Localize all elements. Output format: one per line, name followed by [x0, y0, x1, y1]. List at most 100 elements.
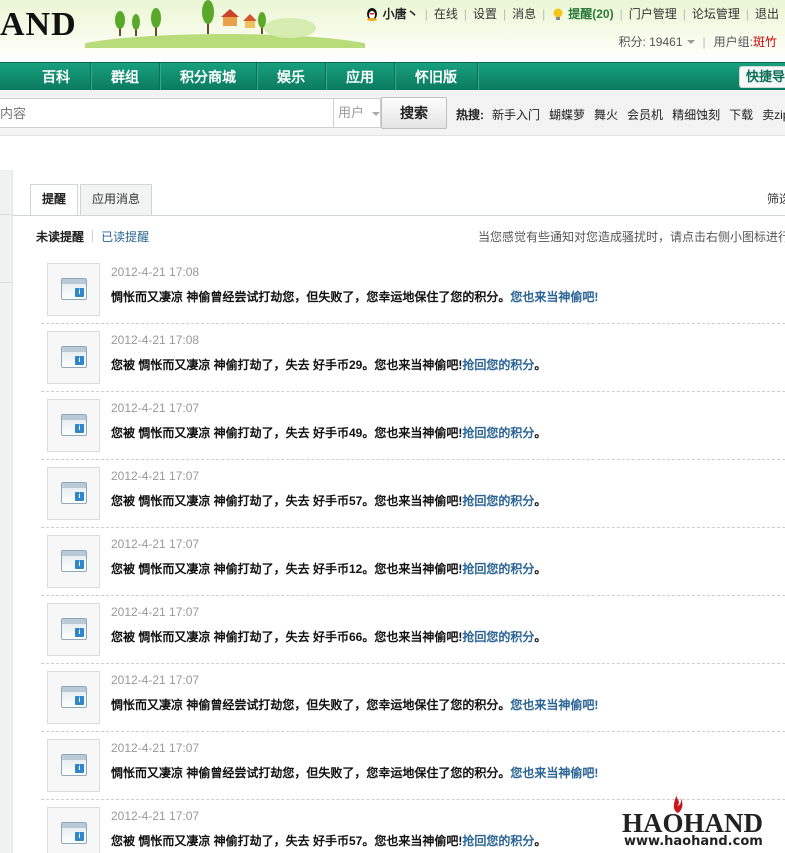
hot-searches: 热搜: 新手入门 蝴蝶萝 舞火 会员机 精细蚀刻 下载 卖zip [456, 106, 785, 123]
notice-action-link[interactable]: 抢回您的积分 [462, 494, 534, 508]
site-logo[interactable]: AND [0, 6, 77, 44]
divider: | [682, 6, 686, 21]
notice-text: 您被 惆怅而又凄凉 神偷打劫了，失去 好手币29。您也来当神偷吧!抢回您的积分。 [111, 356, 546, 373]
notice-message: 惆怅而又凄凉 神偷曾经尝试打劫您，但失败了，您幸运地保住了您的积分。 [111, 766, 511, 780]
list-item: i 2012-4-21 17:07 您被 惆怅而又凄凉 神偷打劫了，失去 好手币… [41, 596, 785, 664]
subtab-unread[interactable]: 未读提醒 [36, 228, 84, 245]
notice-suffix: 。 [534, 426, 547, 440]
notice-time: 2012-4-21 17:07 [111, 673, 200, 687]
notice-time: 2012-4-21 17:07 [111, 537, 200, 551]
tab-reminders[interactable]: 提醒 [30, 184, 79, 216]
logout-link[interactable]: 退出 [755, 5, 779, 22]
notice-time: 2012-4-21 17:07 [111, 605, 200, 619]
tab-app-messages[interactable]: 应用消息 [80, 184, 153, 215]
hot-link[interactable]: 会员机 [627, 106, 663, 123]
notice-time: 2012-4-21 17:07 [111, 741, 200, 755]
notification-window-icon: i [47, 535, 100, 588]
search-type-select[interactable]: 用户 [333, 98, 381, 128]
hot-link[interactable]: 卖zip [762, 106, 785, 123]
notification-window-icon: i [47, 807, 100, 853]
forum-admin-link[interactable]: 论坛管理 [692, 5, 740, 22]
notice-tip: 当您感觉有些通知对您造成骚扰时，请点击右侧小图标进行 [478, 230, 785, 244]
notice-suffix: 。 [534, 562, 547, 576]
site-header: AND 小唐丶 | 在线 | 设置 | 消息 | 提醒(20) | 门户管理 |… [0, 0, 785, 62]
hot-link[interactable]: 新手入门 [492, 106, 540, 123]
notice-message: 您被 惆怅而又凄凉 神偷打劫了，失去 好手币49。您也来当神偷吧! [111, 426, 463, 440]
portal-admin-link[interactable]: 门户管理 [629, 5, 677, 22]
search-type-value: 用户 [338, 105, 365, 120]
hot-label: 热搜: [456, 108, 484, 122]
notice-message: 您被 惆怅而又凄凉 神偷打劫了，失去 好手币66。您也来当神偷吧! [111, 630, 463, 644]
list-item: i 2012-4-21 17:07 您被 惆怅而又凄凉 神偷打劫了，失去 好手币… [41, 528, 785, 596]
notice-action-link[interactable]: 抢回您的积分 [462, 630, 534, 644]
user-group-value[interactable]: 斑竹 [753, 33, 777, 50]
notice-suffix: 。 [534, 494, 547, 508]
notice-action-link[interactable]: 抢回您的积分 [462, 562, 534, 576]
list-item: i 2012-4-21 17:07 惆怅而又凄凉 神偷曾经尝试打劫您，但失败了，… [41, 664, 785, 732]
reminder-link[interactable]: 提醒(20) [568, 5, 613, 22]
divider: | [502, 6, 507, 21]
nav-item-apps[interactable]: 应用 [326, 63, 395, 91]
nav-item-entertainment[interactable]: 娱乐 [257, 63, 326, 91]
notice-text: 惆怅而又凄凉 神偷曾经尝试打劫您，但失败了，您幸运地保住了您的积分。您也来当神偷… [111, 288, 598, 305]
nav-item-baike[interactable]: 百科 [0, 63, 91, 91]
divider: | [542, 6, 546, 21]
search-input[interactable] [0, 99, 333, 127]
notice-action-link[interactable]: 您也来当神偷吧! [510, 290, 598, 304]
divider [0, 214, 13, 215]
hot-link[interactable]: 下载 [729, 106, 753, 123]
divider: | [463, 6, 467, 21]
qq-penguin-icon [366, 7, 377, 21]
online-link[interactable]: 在线 [434, 5, 458, 22]
notification-window-icon: i [47, 263, 100, 316]
notice-suffix: 。 [534, 834, 547, 848]
user-group-label: 用户组: [713, 35, 753, 49]
messages-link[interactable]: 消息 [512, 5, 536, 22]
divider: | [702, 34, 706, 49]
notice-message: 惆怅而又凄凉 神偷曾经尝试打劫您，但失败了，您幸运地保住了您的积分。 [111, 290, 511, 304]
nav-item-groups[interactable]: 群组 [91, 63, 160, 91]
notification-window-icon: i [47, 671, 100, 724]
notice-text: 您被 惆怅而又凄凉 神偷打劫了，失去 好手币57。您也来当神偷吧!抢回您的积分。 [111, 832, 546, 849]
hot-link[interactable]: 精细蚀刻 [672, 106, 720, 123]
divider: | [619, 6, 623, 21]
notice-action-link[interactable]: 抢回您的积分 [462, 358, 534, 372]
divider [13, 215, 785, 216]
notice-text: 惆怅而又凄凉 神偷曾经尝试打劫您，但失败了，您幸运地保住了您的积分。您也来当神偷… [111, 764, 598, 781]
notice-suffix: 。 [534, 358, 547, 372]
notice-action-link[interactable]: 抢回您的积分 [462, 426, 534, 440]
user-links: 小唐丶 | 在线 | 设置 | 消息 | 提醒(20) | 门户管理 | 论坛管… [365, 5, 779, 22]
divider: | [745, 6, 749, 21]
chevron-down-icon[interactable] [686, 39, 695, 44]
main-nav: 百科 群组 积分商城 娱乐 应用 怀旧版 快捷导 [0, 62, 785, 91]
username[interactable]: 小唐丶 [383, 5, 419, 22]
notice-text: 您被 惆怅而又凄凉 神偷打劫了，失去 好手币66。您也来当神偷吧!抢回您的积分。 [111, 628, 546, 645]
notice-time: 2012-4-21 17:08 [111, 265, 200, 279]
notice-subtabs: 未读提醒 | 已读提醒 [36, 228, 149, 245]
notification-window-icon: i [47, 331, 100, 384]
haohand-watermark: HAOHAND www.haohand.com [618, 792, 785, 852]
notice-time: 2012-4-21 17:07 [111, 401, 200, 415]
search-bar: 用户 搜索 热搜: 新手入门 蝴蝶萝 舞火 会员机 精细蚀刻 下载 卖zip [0, 90, 785, 136]
notice-action-link[interactable]: 您也来当神偷吧! [510, 698, 598, 712]
notification-window-icon: i [47, 467, 100, 520]
settings-link[interactable]: 设置 [473, 5, 497, 22]
notice-message: 您被 惆怅而又凄凉 神偷打劫了，失去 好手币29。您也来当神偷吧! [111, 358, 463, 372]
subtab-read[interactable]: 已读提醒 [101, 228, 149, 245]
notice-action-link[interactable]: 抢回您的积分 [462, 834, 534, 848]
notice-text: 您被 惆怅而又凄凉 神偷打劫了，失去 好手币12。您也来当神偷吧!抢回您的积分。 [111, 560, 546, 577]
hot-link[interactable]: 舞火 [594, 106, 618, 123]
nav-item-classic[interactable]: 怀旧版 [395, 63, 478, 91]
hot-link[interactable]: 蝴蝶萝 [549, 106, 585, 123]
divider: | [424, 6, 428, 21]
notice-action-link[interactable]: 您也来当神偷吧! [510, 766, 598, 780]
notice-suffix: 。 [534, 630, 547, 644]
nav-item-points-mall[interactable]: 积分商城 [160, 63, 257, 91]
left-sidebar-edge [0, 170, 13, 853]
notice-message: 您被 惆怅而又凄凉 神偷打劫了，失去 好手币57。您也来当神偷吧! [111, 834, 463, 848]
points-display[interactable]: 积分: 19461 [618, 33, 682, 50]
quick-nav-button[interactable]: 快捷导 [739, 66, 785, 88]
list-item: i 2012-4-21 17:07 您被 惆怅而又凄凉 神偷打劫了，失去 好手币… [41, 392, 785, 460]
search-button[interactable]: 搜索 [381, 97, 447, 129]
filter-link[interactable]: 筛选 [767, 190, 785, 207]
